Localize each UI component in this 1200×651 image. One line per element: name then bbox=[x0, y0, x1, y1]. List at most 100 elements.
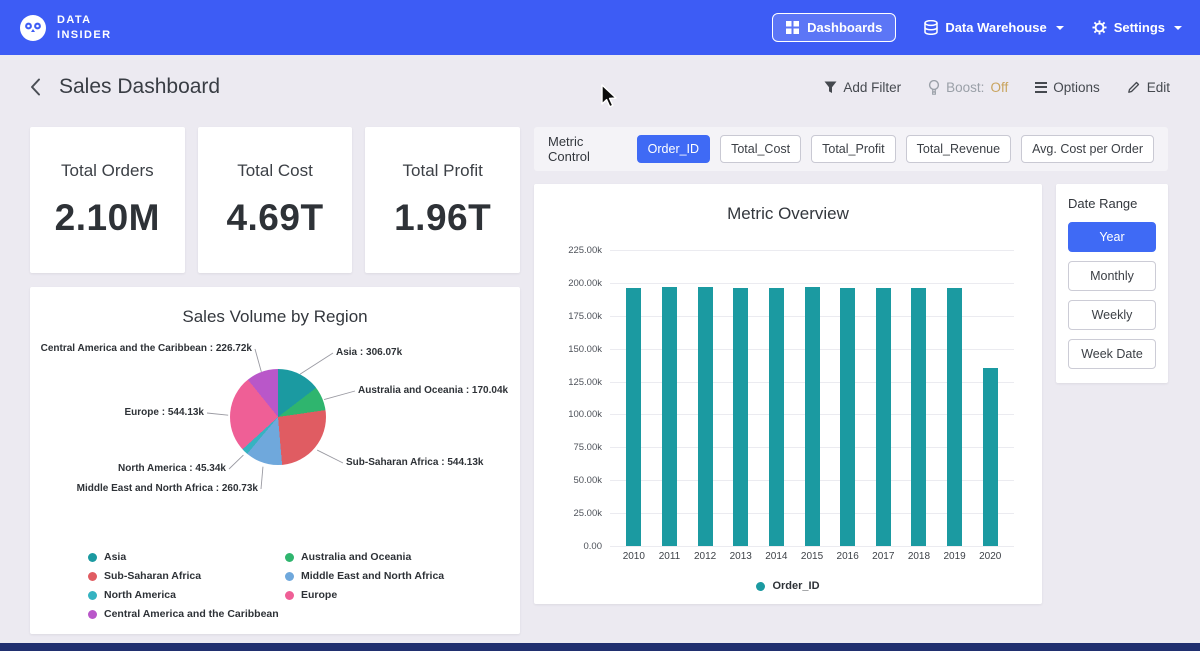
pie-legend: Asia Australia and Oceania Sub-Saharan Afr… bbox=[88, 551, 504, 620]
kpi-row: Total Orders2.10MTotal Cost4.69TTotal Pr… bbox=[30, 127, 520, 273]
bar[interactable] bbox=[947, 288, 962, 546]
bar[interactable] bbox=[662, 287, 677, 546]
bar-column-2010 bbox=[616, 250, 652, 546]
y-axis-tick: 75.00k bbox=[554, 442, 602, 453]
bar[interactable] bbox=[769, 288, 784, 546]
legend-label: Asia bbox=[104, 551, 126, 563]
brand-name: DATA INSIDER bbox=[57, 13, 111, 42]
metric-button-order-id[interactable]: Order_ID bbox=[637, 135, 710, 163]
x-axis-label: 2019 bbox=[937, 551, 973, 562]
bar-column-2012 bbox=[687, 250, 723, 546]
kpi-value: 4.69T bbox=[226, 197, 323, 239]
y-axis-tick: 200.00k bbox=[554, 278, 602, 289]
options-button[interactable]: Options bbox=[1035, 80, 1100, 95]
bar-column-2019 bbox=[937, 250, 973, 546]
metric-button-avg-cost-per-order[interactable]: Avg. Cost per Order bbox=[1021, 135, 1154, 163]
bar[interactable] bbox=[733, 288, 748, 546]
date-range-title: Date Range bbox=[1068, 196, 1156, 211]
bar-column-2015 bbox=[794, 250, 830, 546]
kpi-card-total-cost: Total Cost 4.69T bbox=[198, 127, 353, 273]
settings-nav[interactable]: Settings bbox=[1092, 20, 1182, 35]
add-filter-button[interactable]: Add Filter bbox=[824, 80, 901, 95]
chart-row: Metric Overview 225.00k200.00k175.00k150… bbox=[534, 184, 1168, 604]
right-column: Metric Control Order_ID Total_Cost Total_P… bbox=[534, 127, 1168, 604]
bar[interactable] bbox=[983, 368, 998, 546]
chevron-left-icon bbox=[30, 78, 41, 96]
bar[interactable] bbox=[876, 288, 891, 546]
legend-dot bbox=[285, 591, 294, 600]
bar-chart-legend: Order_ID bbox=[552, 580, 1024, 592]
gear-icon bbox=[1092, 20, 1107, 35]
legend-item-middle-east-and-north-africa: Middle East and North Africa bbox=[285, 570, 504, 582]
bar-chart-plot: 225.00k200.00k175.00k150.00k125.00k100.0… bbox=[610, 250, 1014, 546]
date-range-button-week-date[interactable]: Week Date bbox=[1068, 339, 1156, 369]
x-axis-label: 2012 bbox=[687, 551, 723, 562]
bar[interactable] bbox=[626, 288, 641, 547]
kpi-card-total-profit: Total Profit1.96T bbox=[365, 127, 520, 273]
metric-button-total-profit[interactable]: Total_Profit bbox=[811, 135, 896, 163]
metric-button-total-cost[interactable]: Total_Cost bbox=[720, 135, 801, 163]
legend-label: Europe bbox=[301, 589, 337, 601]
pie-slice-label-sub-saharan-africa: Sub-Saharan Africa : 544.13k bbox=[346, 457, 483, 468]
kpi-label: Total Cost bbox=[237, 161, 313, 181]
legend-label: Central America and the Caribbean bbox=[104, 608, 279, 620]
owl-logo-icon bbox=[18, 13, 48, 43]
bar-column-2020 bbox=[972, 250, 1008, 546]
metric-buttons-group: Order_ID Total_Cost Total_Profit Total_Reve… bbox=[637, 135, 1154, 163]
pie-chart[interactable] bbox=[230, 369, 326, 465]
bar[interactable] bbox=[805, 287, 820, 546]
pencil-icon bbox=[1127, 80, 1141, 94]
pie-slice-label-europe: Europe : 544.13k bbox=[125, 407, 204, 418]
settings-label: Settings bbox=[1114, 20, 1165, 35]
date-range-button-weekly[interactable]: Weekly bbox=[1068, 300, 1156, 330]
date-range-button-year[interactable]: Year bbox=[1068, 222, 1156, 252]
chevron-down-icon bbox=[1174, 26, 1182, 30]
bar[interactable] bbox=[698, 287, 713, 546]
bar-column-2013 bbox=[723, 250, 759, 546]
x-axis-label: 2015 bbox=[794, 551, 830, 562]
data-warehouse-nav[interactable]: Data Warehouse bbox=[924, 20, 1063, 35]
legend-item-asia: Asia bbox=[88, 551, 285, 563]
y-axis-tick: 100.00k bbox=[554, 409, 602, 420]
bar[interactable] bbox=[911, 288, 926, 546]
date-range-button-monthly[interactable]: Monthly bbox=[1068, 261, 1156, 291]
x-axis-label: 2011 bbox=[652, 551, 688, 562]
metric-control-label: Metric Control bbox=[548, 134, 623, 164]
gridline bbox=[610, 546, 1014, 547]
edit-button[interactable]: Edit bbox=[1127, 80, 1170, 95]
left-column: Total Orders2.10MTotal Cost4.69TTotal Pr… bbox=[30, 127, 520, 634]
bar[interactable] bbox=[840, 288, 855, 546]
brand-logo[interactable]: DATA INSIDER bbox=[18, 13, 111, 43]
bars-container bbox=[610, 250, 1014, 546]
boost-toggle[interactable]: Boost: Off bbox=[928, 80, 1008, 95]
pie-chart-area: Asia : 306.07kAustralia and Oceania : 17… bbox=[46, 335, 504, 547]
legend-label: Sub-Saharan Africa bbox=[104, 570, 201, 582]
metric-button-total-revenue[interactable]: Total_Revenue bbox=[906, 135, 1011, 163]
boost-label: Boost: bbox=[946, 80, 984, 95]
bar-column-2018 bbox=[901, 250, 937, 546]
x-axis-label: 2013 bbox=[723, 551, 759, 562]
legend-item-north-america: North America bbox=[88, 589, 285, 601]
pie-chart-title: Sales Volume by Region bbox=[46, 307, 504, 327]
bar-chart-title: Metric Overview bbox=[552, 204, 1024, 224]
back-button[interactable] bbox=[30, 78, 41, 96]
x-axis-label: 2010 bbox=[616, 551, 652, 562]
header-actions: Add Filter Boost: Off Options Edit bbox=[824, 80, 1170, 95]
options-label: Options bbox=[1053, 80, 1100, 95]
pie-slice-label-australia-and-oceania: Australia and Oceania : 170.04k bbox=[358, 385, 508, 396]
x-axis-label: 2016 bbox=[830, 551, 866, 562]
bar-column-2014 bbox=[759, 250, 795, 546]
dashboards-nav-button[interactable]: Dashboards bbox=[772, 13, 896, 42]
y-axis-tick: 50.00k bbox=[554, 475, 602, 486]
pie-slice-label-north-america: North America : 45.34k bbox=[118, 463, 226, 474]
metric-overview-card: Metric Overview 225.00k200.00k175.00k150… bbox=[534, 184, 1042, 604]
legend-dot bbox=[285, 553, 294, 562]
pie-slice-label-central-america-and-the-caribbean: Central America and the Caribbean : 226.… bbox=[41, 343, 252, 354]
page-title: Sales Dashboard bbox=[59, 75, 220, 99]
legend-item-australia-and-oceania: Australia and Oceania bbox=[285, 551, 504, 563]
legend-label: Australia and Oceania bbox=[301, 551, 411, 563]
top-nav-menu: Dashboards Data Warehouse Settings bbox=[772, 13, 1182, 42]
dashboard-content: Total Orders2.10MTotal Cost4.69TTotal Pr… bbox=[0, 119, 1200, 634]
legend-item-sub-saharan-africa: Sub-Saharan Africa bbox=[88, 570, 285, 582]
y-axis-tick: 225.00k bbox=[554, 245, 602, 256]
